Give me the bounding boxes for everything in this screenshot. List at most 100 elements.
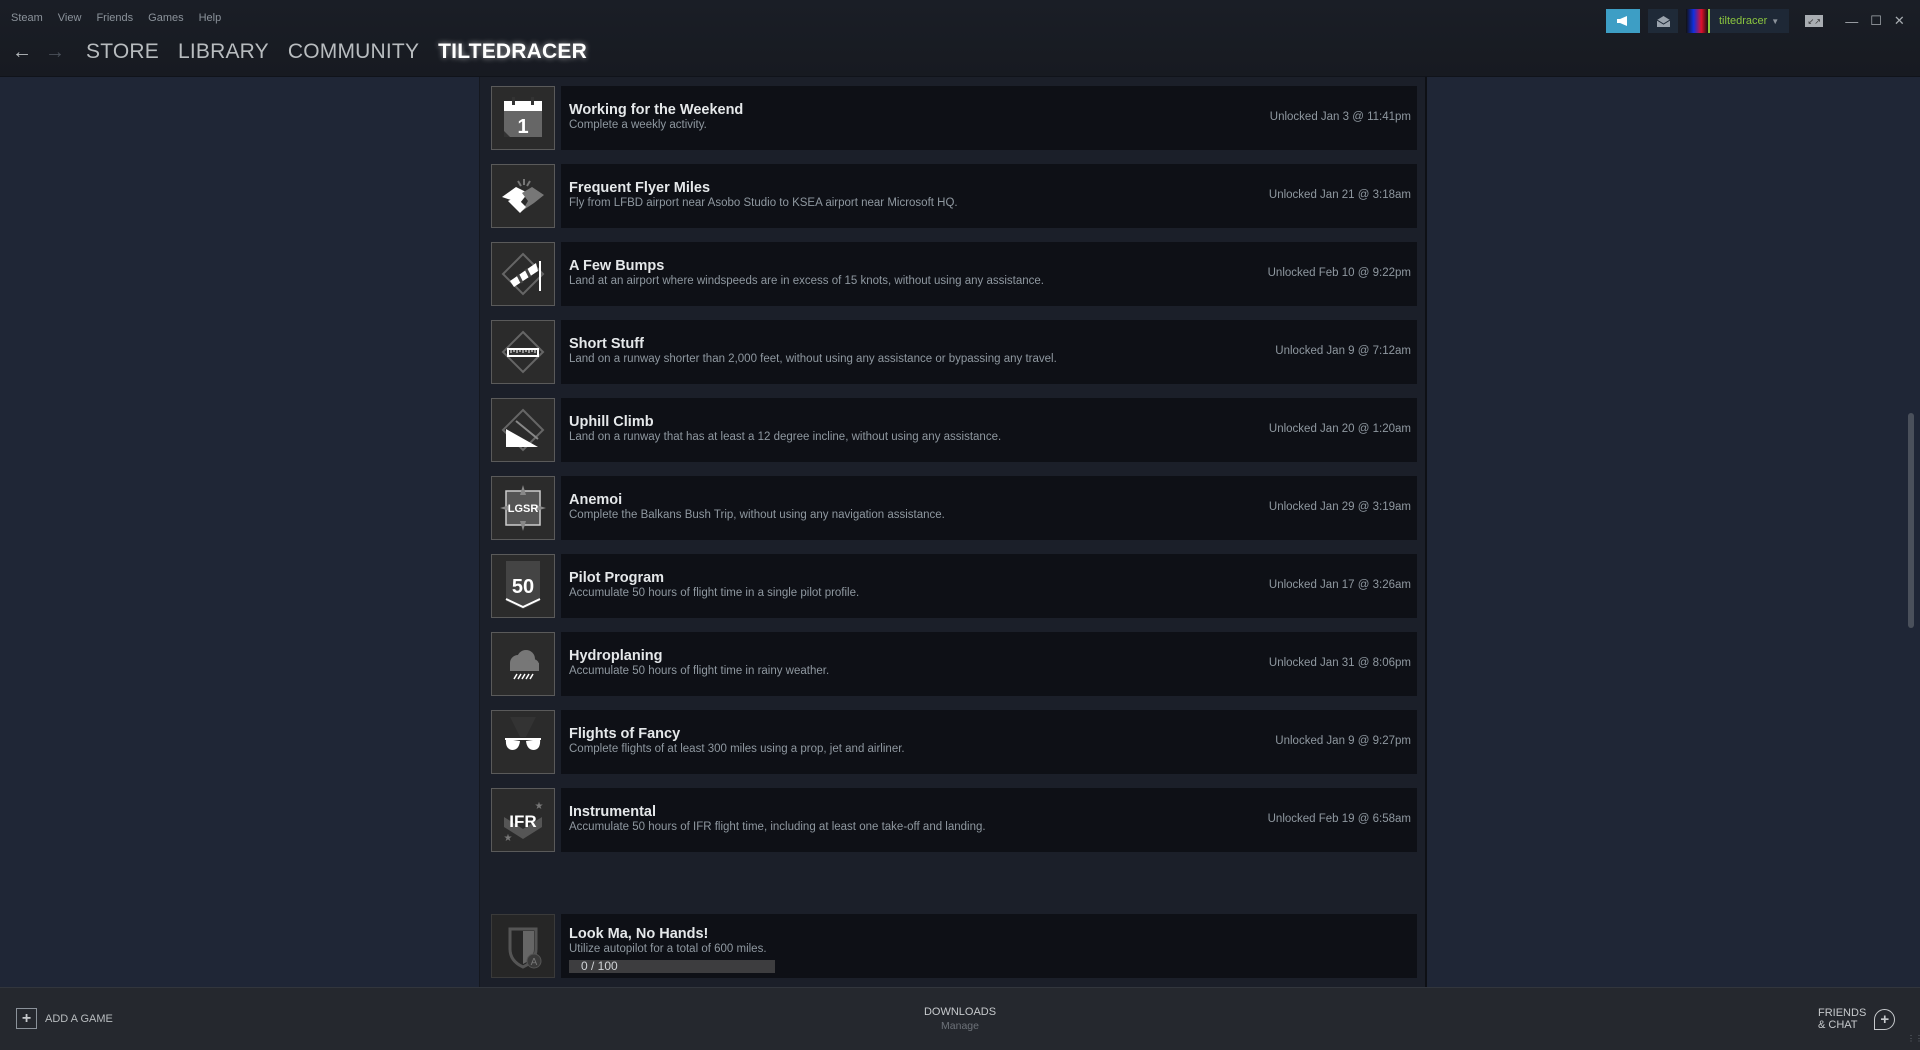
handshake-icon <box>498 171 548 221</box>
achievement-description: Fly from LFBD airport near Asobo Studio … <box>569 197 958 209</box>
menu-steam[interactable]: Steam <box>11 12 43 24</box>
achievement-name: Pilot Program <box>569 570 665 586</box>
maximize-icon[interactable]: ☐ <box>1870 13 1882 29</box>
achievement-description: Accumulate 50 hours of IFR flight time, … <box>569 821 986 833</box>
scrollbar-thumb[interactable] <box>1908 413 1914 628</box>
avatar[interactable] <box>1686 9 1710 33</box>
tab-community[interactable]: COMMUNITY <box>288 40 419 64</box>
achievement-icon: A <box>491 914 555 978</box>
achievement-icon <box>491 320 555 384</box>
bottom-bar: + ADD A GAME DOWNLOADS Manage FRIENDS & … <box>0 987 1920 1050</box>
downloads-button[interactable]: DOWNLOADS Manage <box>900 1006 1020 1032</box>
big-picture-button[interactable]: ↙↗ <box>1805 15 1824 27</box>
achievement-description: Accumulate 50 hours of flight time in a … <box>569 587 860 599</box>
achievement-name: Uphill Climb <box>569 414 654 430</box>
autopilot-shield-icon: A <box>508 927 542 969</box>
achievement-icon <box>491 632 555 696</box>
achievement-progress-bar: 0 / 100 <box>569 960 775 973</box>
achievement-name: Look Ma, No Hands! <box>569 926 709 942</box>
achievement-icon <box>491 398 555 462</box>
ifr-chevron-icon: IFR ★ ★ <box>498 795 548 845</box>
tab-store[interactable]: STORE <box>86 40 159 64</box>
downloads-manage-label: Manage <box>941 1020 979 1032</box>
unlock-time: Unlocked Jan 29 @ 3:19am <box>1268 501 1411 513</box>
achievement-icon: 1 <box>491 86 555 150</box>
menu-games[interactable]: Games <box>148 12 183 24</box>
close-icon[interactable]: ✕ <box>1894 13 1905 29</box>
badge-50-icon: 50 <box>498 561 548 611</box>
achievement-icon <box>491 164 555 228</box>
arrow-right-icon[interactable]: → <box>45 41 78 64</box>
menu-help[interactable]: Help <box>199 12 222 24</box>
achievement-row: Flights of Fancy Complete flights of at l… <box>491 710 1417 774</box>
arrow-left-icon[interactable]: ← <box>12 41 45 64</box>
svg-text:1: 1 <box>517 116 528 138</box>
minimize-icon[interactable]: — <box>1845 14 1858 29</box>
achievement-description: Land on a runway that has at least a 12 … <box>569 431 1002 443</box>
user-menu[interactable]: tiltedracer ▼ <box>1686 9 1790 33</box>
inbox-button[interactable] <box>1648 9 1678 33</box>
achievement-name: Hydroplaning <box>569 648 663 664</box>
svg-text:A: A <box>531 957 538 968</box>
achievement-row: Frequent Flyer Miles Fly from LFBD airpor… <box>491 164 1417 228</box>
achievement-description: Complete a weekly activity. <box>569 119 707 131</box>
megaphone-icon <box>1617 16 1627 26</box>
achievement-icon <box>491 242 555 306</box>
expand-arrows-icon: ↙↗ <box>1807 16 1821 26</box>
achievement-name: Short Stuff <box>569 336 644 352</box>
achievement-name: Working for the Weekend <box>569 102 744 118</box>
scrollbar[interactable] <box>1904 77 1918 987</box>
resize-grip-icon[interactable]: ⋮⋮ <box>1907 1035 1920 1047</box>
tab-library[interactable]: LIBRARY <box>178 40 269 64</box>
friends-label: FRIENDS <box>1818 1007 1867 1019</box>
rain-cloud-icon <box>498 639 548 689</box>
unlock-time: Unlocked Jan 20 @ 1:20am <box>1268 423 1411 435</box>
achievement-name: Frequent Flyer Miles <box>569 180 711 196</box>
achievement-row: Short Stuff Land on a runway shorter than… <box>491 320 1417 384</box>
unlock-time: Unlocked Jan 9 @ 9:27pm <box>1275 735 1411 747</box>
achievement-name: Flights of Fancy <box>569 726 681 742</box>
achievement-description: Complete the Balkans Bush Trip, without … <box>569 509 945 521</box>
achievement-icon: 50 <box>491 554 555 618</box>
progress-text: 0 / 100 <box>581 959 618 973</box>
incline-icon <box>498 405 548 455</box>
achievement-icon <box>491 710 555 774</box>
window-controls: — ☐ ✕ <box>1845 13 1905 29</box>
chevron-down-icon: ▼ <box>1771 17 1780 26</box>
envelope-icon <box>1656 15 1670 27</box>
add-game-button[interactable]: + ADD A GAME <box>16 1008 113 1029</box>
menu-friends[interactable]: Friends <box>96 12 133 24</box>
svg-text:50: 50 <box>512 576 534 598</box>
achievement-description: Land on a runway shorter than 2,000 feet… <box>569 353 1057 365</box>
menu-bar: Steam View Friends Games Help <box>11 12 221 24</box>
menu-view[interactable]: View <box>58 12 82 24</box>
friends-chat-button[interactable]: FRIENDS & CHAT + <box>1818 1007 1896 1031</box>
achievement-row: 1 Working for the Weekend Complete a weekl… <box>491 86 1417 150</box>
top-right-controls: tiltedracer ▼ ↙↗ — ☐ ✕ <box>1606 9 1905 33</box>
svg-text:★: ★ <box>535 801 544 812</box>
downloads-label: DOWNLOADS <box>923 1006 997 1018</box>
svg-text:★: ★ <box>504 833 513 844</box>
calendar-icon: 1 <box>498 93 548 143</box>
unlock-time: Unlocked Jan 3 @ 11:41pm <box>1269 111 1411 123</box>
achievement-row: IFR ★ ★ Instrumental Accumulate 50 hours of … <box>491 788 1417 852</box>
add-game-label: ADD A GAME <box>45 1012 113 1025</box>
achievement-icon: IFR ★ ★ <box>491 788 555 852</box>
chat-label: & CHAT <box>1818 1019 1858 1031</box>
achievement-name: A Few Bumps <box>569 258 665 274</box>
announcements-button[interactable] <box>1606 9 1640 33</box>
achievement-description: Complete flights of at least 300 miles u… <box>569 743 905 755</box>
svg-text:LGSR: LGSR <box>508 503 539 515</box>
windsock-icon <box>498 249 548 299</box>
username: tiltedracer <box>1719 15 1768 27</box>
unlock-time: Unlocked Jan 9 @ 7:12am <box>1275 345 1411 357</box>
main-nav: ← → STORE LIBRARY COMMUNITY TILTEDRACER <box>12 40 587 64</box>
achievement-name: Anemoi <box>569 492 623 508</box>
achievement-name: Instrumental <box>569 804 657 820</box>
achievement-row: Uphill Climb Land on a runway that has at… <box>491 398 1417 462</box>
tab-profile[interactable]: TILTEDRACER <box>438 40 587 64</box>
unlock-time: Unlocked Jan 17 @ 3:26am <box>1268 579 1411 591</box>
svg-text:IFR: IFR <box>509 812 536 831</box>
achievement-row: Hydroplaning Accumulate 50 hours of fligh… <box>491 632 1417 696</box>
achievement-description: Land at an airport where windspeeds are … <box>569 275 1044 287</box>
